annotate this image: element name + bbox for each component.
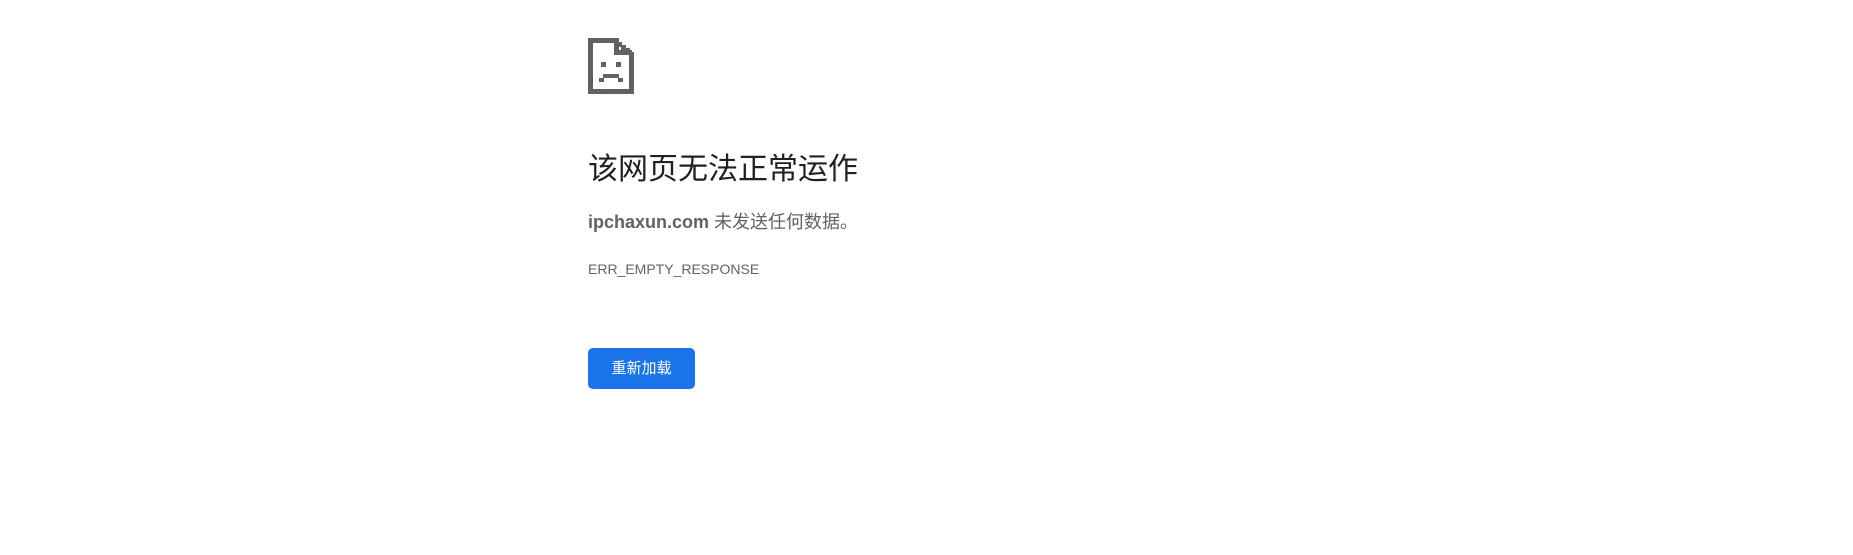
sad-page-icon [588,38,634,94]
error-host: ipchaxun.com [588,212,710,232]
error-page: 该网页无法正常运作 ipchaxun.com 未发送任何数据。 ERR_EMPT… [0,0,1853,555]
error-title: 该网页无法正常运作 [588,153,858,186]
error-code: ERR_EMPTY_RESPONSE [588,261,760,277]
error-message: ipchaxun.com 未发送任何数据。 [588,210,858,234]
error-message-text: 未发送任何数据。 [709,212,859,232]
reload-button[interactable]: 重新加载 [588,348,695,389]
